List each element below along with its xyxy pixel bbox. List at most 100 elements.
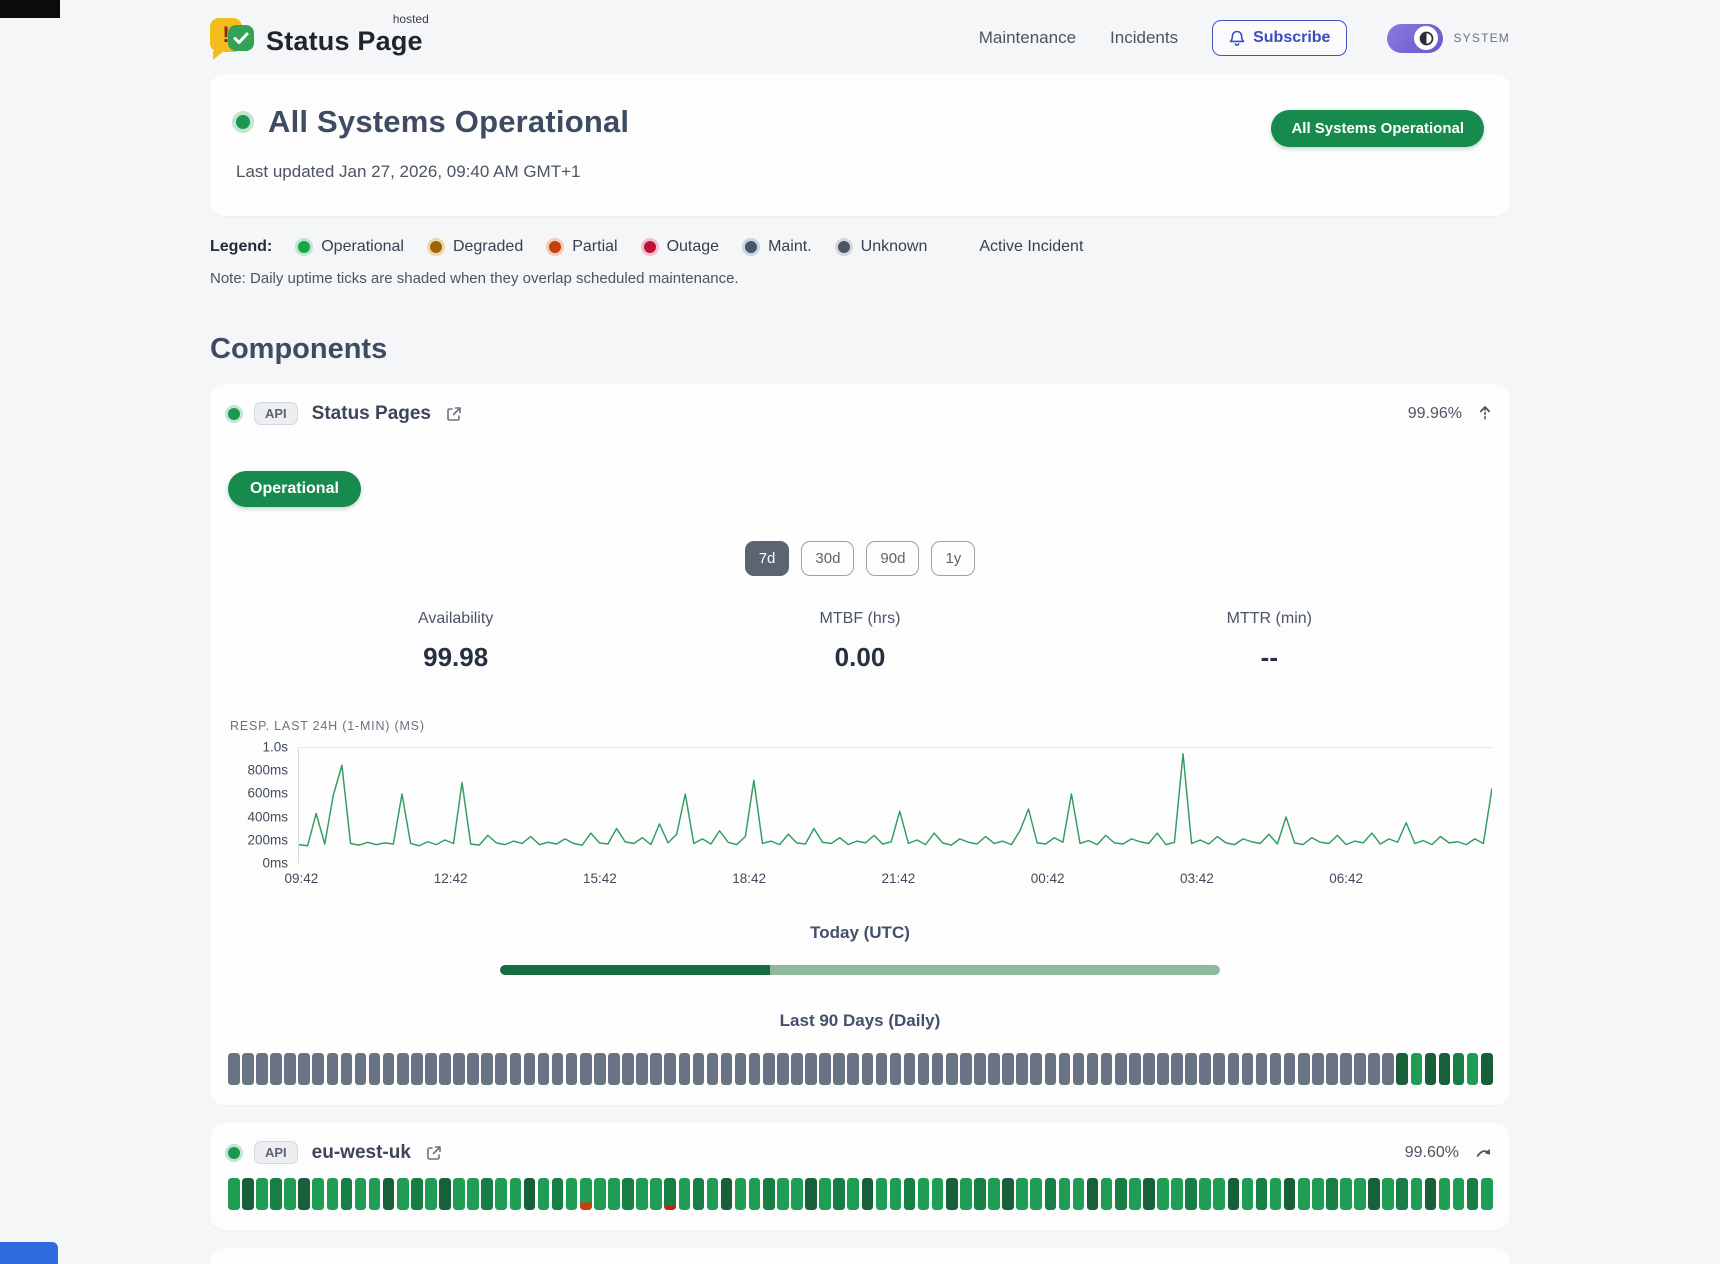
uptime-tick[interactable]	[847, 1053, 859, 1085]
uptime-tick[interactable]	[707, 1053, 719, 1085]
range-button-90d[interactable]: 90d	[866, 541, 919, 576]
nav-maintenance[interactable]: Maintenance	[979, 28, 1076, 48]
uptime-tick[interactable]	[833, 1053, 845, 1085]
uptime-tick[interactable]	[481, 1053, 493, 1085]
nav-incidents[interactable]: Incidents	[1110, 28, 1178, 48]
uptime-tick[interactable]	[650, 1053, 662, 1085]
uptime-tick[interactable]	[721, 1053, 733, 1085]
subscribe-button[interactable]: Subscribe	[1212, 20, 1347, 56]
uptime-tick[interactable]	[1213, 1178, 1225, 1210]
uptime-tick[interactable]	[1101, 1053, 1113, 1085]
uptime-tick[interactable]	[1115, 1053, 1127, 1085]
uptime-tick[interactable]	[383, 1178, 395, 1210]
uptime-tick[interactable]	[862, 1178, 874, 1210]
uptime-tick[interactable]	[1045, 1053, 1057, 1085]
uptime-tick[interactable]	[284, 1178, 296, 1210]
uptime-tick[interactable]	[805, 1053, 817, 1085]
uptime-tick[interactable]	[524, 1178, 536, 1210]
range-button-30d[interactable]: 30d	[801, 541, 854, 576]
uptime-tick[interactable]	[1270, 1178, 1282, 1210]
uptime-tick[interactable]	[679, 1053, 691, 1085]
uptime-tick[interactable]	[1312, 1178, 1324, 1210]
uptime-tick[interactable]	[1129, 1053, 1141, 1085]
uptime-tick[interactable]	[453, 1178, 465, 1210]
uptime-tick[interactable]	[918, 1053, 930, 1085]
uptime-tick[interactable]	[1073, 1178, 1085, 1210]
uptime-tick[interactable]	[791, 1053, 803, 1085]
uptime-tick[interactable]	[1143, 1178, 1155, 1210]
expand-icon[interactable]	[1475, 1146, 1492, 1160]
uptime-tick[interactable]	[777, 1053, 789, 1085]
uptime-tick[interactable]	[1425, 1178, 1437, 1210]
uptime-tick[interactable]	[1213, 1053, 1225, 1085]
uptime-tick[interactable]	[1030, 1178, 1042, 1210]
uptime-tick[interactable]	[270, 1053, 282, 1085]
uptime-tick[interactable]	[1143, 1053, 1155, 1085]
uptime-tick[interactable]	[228, 1053, 240, 1085]
uptime-tick[interactable]	[636, 1178, 648, 1210]
uptime-tick[interactable]	[510, 1053, 522, 1085]
uptime-tick[interactable]	[904, 1053, 916, 1085]
uptime-tick[interactable]	[1256, 1053, 1268, 1085]
uptime-tick[interactable]	[988, 1053, 1000, 1085]
uptime-tick[interactable]	[312, 1053, 324, 1085]
uptime-tick[interactable]	[552, 1053, 564, 1085]
collapse-icon[interactable]	[1478, 405, 1492, 423]
uptime-tick[interactable]	[819, 1178, 831, 1210]
uptime-tick[interactable]	[538, 1053, 550, 1085]
uptime-tick[interactable]	[1467, 1178, 1479, 1210]
uptime-tick[interactable]	[594, 1178, 606, 1210]
uptime-tick[interactable]	[1284, 1053, 1296, 1085]
uptime-tick[interactable]	[453, 1053, 465, 1085]
uptime-tick[interactable]	[510, 1178, 522, 1210]
uptime-tick[interactable]	[1270, 1053, 1282, 1085]
uptime-tick[interactable]	[791, 1178, 803, 1210]
range-button-7d[interactable]: 7d	[745, 541, 790, 576]
uptime-tick[interactable]	[679, 1178, 691, 1210]
uptime-tick[interactable]	[974, 1178, 986, 1210]
uptime-tick[interactable]	[256, 1178, 268, 1210]
uptime-tick[interactable]	[552, 1178, 564, 1210]
uptime-tick[interactable]	[369, 1053, 381, 1085]
uptime-tick[interactable]	[1284, 1178, 1296, 1210]
uptime-tick[interactable]	[298, 1053, 310, 1085]
brand[interactable]: ! Status Page hosted	[210, 16, 423, 60]
uptime-tick[interactable]	[341, 1053, 353, 1085]
uptime-tick[interactable]	[242, 1053, 254, 1085]
uptime-tick[interactable]	[1101, 1178, 1113, 1210]
uptime-tick[interactable]	[1439, 1053, 1451, 1085]
uptime-tick[interactable]	[467, 1178, 479, 1210]
uptime-tick[interactable]	[481, 1178, 493, 1210]
uptime-tick[interactable]	[1425, 1053, 1437, 1085]
uptime-tick[interactable]	[1171, 1178, 1183, 1210]
uptime-tick[interactable]	[566, 1178, 578, 1210]
uptime-tick[interactable]	[960, 1053, 972, 1085]
theme-toggle[interactable]	[1387, 24, 1443, 53]
uptime-tick[interactable]	[495, 1053, 507, 1085]
uptime-tick[interactable]	[932, 1178, 944, 1210]
uptime-tick[interactable]	[608, 1178, 620, 1210]
uptime-tick[interactable]	[1129, 1178, 1141, 1210]
uptime-tick[interactable]	[693, 1178, 705, 1210]
uptime-tick[interactable]	[622, 1178, 634, 1210]
uptime-tick[interactable]	[1298, 1053, 1310, 1085]
uptime-tick[interactable]	[1228, 1053, 1240, 1085]
uptime-tick[interactable]	[819, 1053, 831, 1085]
uptime-tick[interactable]	[721, 1178, 733, 1210]
uptime-tick[interactable]	[890, 1053, 902, 1085]
uptime-tick[interactable]	[932, 1053, 944, 1085]
uptime-tick[interactable]	[580, 1053, 592, 1085]
uptime-tick[interactable]	[636, 1053, 648, 1085]
uptime-tick[interactable]	[862, 1053, 874, 1085]
uptime-tick[interactable]	[735, 1053, 747, 1085]
uptime-tick[interactable]	[1242, 1053, 1254, 1085]
uptime-tick[interactable]	[876, 1053, 888, 1085]
uptime-tick[interactable]	[749, 1178, 761, 1210]
uptime-tick[interactable]	[1171, 1053, 1183, 1085]
uptime-tick[interactable]	[1157, 1053, 1169, 1085]
uptime-tick[interactable]	[566, 1053, 578, 1085]
uptime-tick[interactable]	[1382, 1178, 1394, 1210]
uptime-tick[interactable]	[1439, 1178, 1451, 1210]
uptime-tick[interactable]	[298, 1178, 310, 1210]
uptime-tick[interactable]	[1115, 1178, 1127, 1210]
